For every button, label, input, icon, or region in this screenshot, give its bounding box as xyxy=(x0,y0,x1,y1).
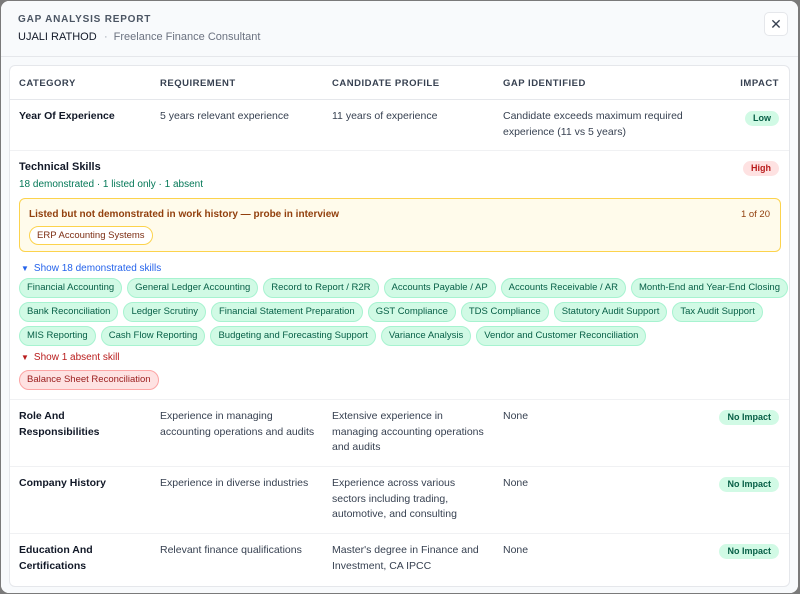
requirement-cell: Relevant finance qualifications xyxy=(160,544,302,556)
skill-chip: Bank Reconciliation xyxy=(19,302,119,322)
requirement-cell: Experience in managing accounting operat… xyxy=(160,410,315,438)
skill-chip: Record to Report / R2R xyxy=(263,278,379,298)
gap-cell: None xyxy=(503,477,529,489)
profile-cell: 11 years of experience xyxy=(332,110,438,122)
column-header-impact: IMPACT xyxy=(740,78,779,89)
skill-chip: Vendor and Customer Reconciliation xyxy=(476,326,647,346)
skill-chip: Cash Flow Reporting xyxy=(100,326,206,346)
chevron-down-icon: ▼ xyxy=(21,264,29,273)
listed-only-skill-chip: ERP Accounting Systems xyxy=(29,226,153,245)
skill-chip: MIS Reporting xyxy=(19,326,96,346)
profile-cell: Extensive experience in managing account… xyxy=(332,410,484,453)
skill-chip: Financial Accounting xyxy=(19,278,123,298)
skill-chip: GST Compliance xyxy=(367,302,456,322)
skill-chip: Tax Audit Support xyxy=(672,302,763,322)
impact-badge: No Impact xyxy=(719,544,779,559)
chevron-down-icon: ▼ xyxy=(21,353,29,362)
warning-title: Listed but not demonstrated in work hist… xyxy=(29,209,340,220)
column-header-gap: GAP IDENTIFIED xyxy=(503,78,586,89)
skill-chip: Month-End and Year-End Closing xyxy=(630,278,788,298)
impact-badge: Low xyxy=(745,111,779,126)
show-absent-toggle[interactable]: ▼ Show 1 absent skill xyxy=(21,352,120,363)
show-demonstrated-toggle[interactable]: ▼ Show 18 demonstrated skills xyxy=(21,263,161,274)
skill-chip: TDS Compliance xyxy=(460,302,549,322)
impact-badge: No Impact xyxy=(719,477,779,492)
skill-chip: General Ledger Accounting xyxy=(127,278,259,298)
skill-chip: Variance Analysis xyxy=(380,326,472,346)
requirement-cell: Experience in diverse industries xyxy=(160,477,309,489)
gap-cell: Candidate exceeds maximum required exper… xyxy=(503,110,683,138)
skill-chip: Financial Statement Preparation xyxy=(210,302,363,322)
category-cell: Education And Certifications xyxy=(19,544,93,572)
table-row-experience: Year Of Experience 5 years relevant expe… xyxy=(10,100,789,151)
skill-chip: Ledger Scrutiny xyxy=(123,302,206,322)
listed-only-warning: Listed but not demonstrated in work hist… xyxy=(19,198,781,252)
close-button[interactable]: ✕ xyxy=(764,12,788,36)
table-row-role: Role And Responsibilities Experience in … xyxy=(10,400,789,467)
column-header-profile: CANDIDATE PROFILE xyxy=(332,78,440,89)
gap-analysis-modal: GAP ANALYSIS REPORT UJALI RATHOD Freelan… xyxy=(1,1,798,593)
report-title: GAP ANALYSIS REPORT xyxy=(18,14,152,25)
warning-count: 1 of 20 xyxy=(740,209,770,220)
technical-skills-section: Technical Skills 18 demonstrated · 1 lis… xyxy=(10,151,789,400)
toggle-label: Show 1 absent skill xyxy=(33,352,120,363)
table-row-education: Education And Certifications Relevant fi… xyxy=(10,534,789,586)
gap-cell: None xyxy=(503,544,529,556)
skill-chip: Statutory Audit Support xyxy=(553,302,668,322)
candidate-role: Freelance Finance Consultant xyxy=(104,31,261,43)
table-row-company: Company History Experience in diverse in… xyxy=(10,467,789,534)
impact-badge: High xyxy=(743,161,779,176)
profile-cell: Experience across various sectors includ… xyxy=(332,477,457,520)
skill-chip: Accounts Payable / AP xyxy=(383,278,496,298)
category-cell: Company History xyxy=(19,477,106,489)
modal-header: GAP ANALYSIS REPORT UJALI RATHOD Freelan… xyxy=(1,1,798,57)
requirement-cell: 5 years relevant experience xyxy=(160,110,289,122)
absent-skill-chip: Balance Sheet Reconciliation xyxy=(19,370,159,390)
skills-summary: 18 demonstrated · 1 listed only · 1 abse… xyxy=(19,179,203,190)
profile-cell: Master's degree in Finance and Investmen… xyxy=(332,544,479,572)
skill-chip: Budgeting and Forecasting Support xyxy=(210,326,376,346)
gap-cell: None xyxy=(503,410,529,422)
gap-table: CATEGORY REQUIREMENT CANDIDATE PROFILE G… xyxy=(9,65,790,587)
close-icon: ✕ xyxy=(770,15,782,32)
column-header-requirement: REQUIREMENT xyxy=(160,78,236,89)
skill-chip: Accounts Receivable / AR xyxy=(500,278,626,298)
category-cell: Year Of Experience xyxy=(19,110,115,122)
category-cell: Role And Responsibilities xyxy=(19,410,100,438)
impact-badge: No Impact xyxy=(719,410,779,425)
technical-skills-title: Technical Skills xyxy=(19,161,101,173)
column-header-category: CATEGORY xyxy=(19,78,76,89)
table-header: CATEGORY REQUIREMENT CANDIDATE PROFILE G… xyxy=(10,66,789,100)
modal-body: CATEGORY REQUIREMENT CANDIDATE PROFILE G… xyxy=(1,57,798,593)
candidate-name: UJALI RATHOD xyxy=(18,31,97,43)
demonstrated-skills-list: Financial Accounting General Ledger Acco… xyxy=(19,278,789,346)
toggle-label: Show 18 demonstrated skills xyxy=(33,263,162,274)
